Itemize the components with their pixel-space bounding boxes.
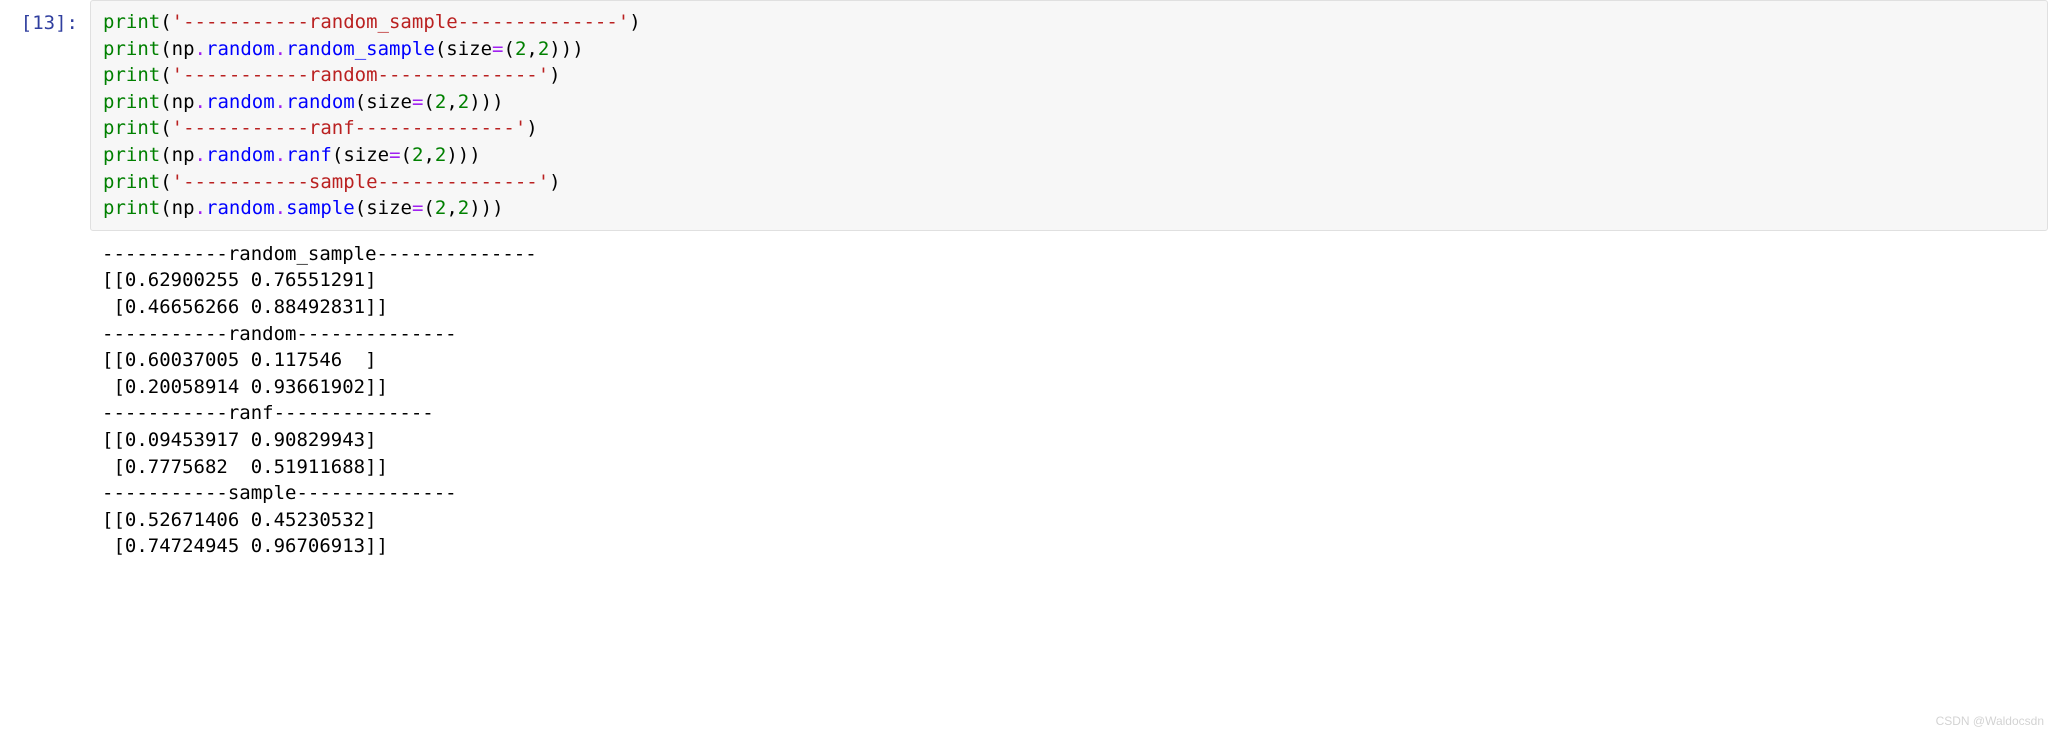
- module-random: random: [206, 91, 275, 113]
- print-fn: print: [103, 38, 160, 60]
- code-area[interactable]: print('-----------random_sample---------…: [90, 0, 2048, 231]
- string-literal: '-----------random_sample--------------': [172, 11, 630, 33]
- method-ranf: ranf: [286, 144, 332, 166]
- print-fn: print: [103, 64, 160, 86]
- print-fn: print: [103, 144, 160, 166]
- module-random: random: [206, 197, 275, 219]
- print-fn: print: [103, 171, 160, 193]
- module-random: random: [206, 38, 275, 60]
- print-fn: print: [103, 91, 160, 113]
- method-random-sample: random_sample: [286, 38, 435, 60]
- print-fn: print: [103, 117, 160, 139]
- print-fn: print: [103, 197, 160, 219]
- output-cell: -----------random_sample-------------- […: [0, 231, 2054, 568]
- module-random: random: [206, 144, 275, 166]
- string-literal: '-----------ranf--------------': [172, 117, 527, 139]
- input-prompt: [13]:: [0, 0, 90, 231]
- output-text: -----------random_sample-------------- […: [90, 231, 2054, 568]
- print-fn: print: [103, 11, 160, 33]
- method-sample: sample: [286, 197, 355, 219]
- method-random: random: [286, 91, 355, 113]
- watermark: CSDN @Waldocsdn: [1936, 713, 2044, 730]
- string-literal: '-----------sample--------------': [172, 171, 550, 193]
- string-literal: '-----------random--------------': [172, 64, 550, 86]
- output-prompt: [0, 231, 90, 568]
- input-cell: [13]: print('-----------random_sample---…: [0, 0, 2054, 231]
